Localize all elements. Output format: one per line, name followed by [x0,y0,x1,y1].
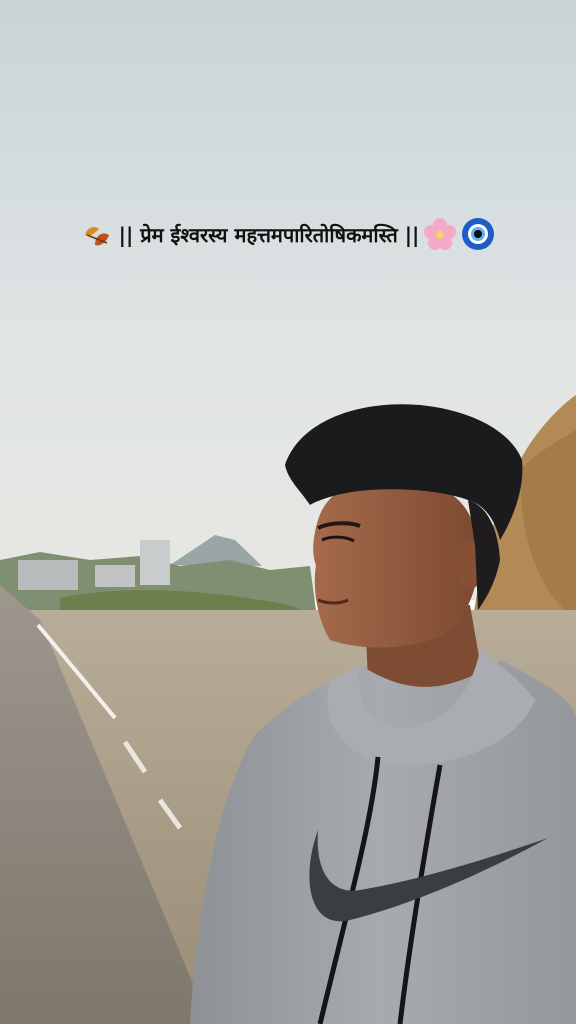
building [140,540,170,585]
photo-scene [0,0,576,1024]
face [313,478,479,648]
caption-text: || प्रेम ईश्वरस्य महत्तमपारितोषिकमस्ति |… [118,222,420,247]
caption-bar: || प्रेम ईश्वरस्य महत्तमपारितोषिकमस्ति |… [0,212,576,256]
building [95,565,135,587]
leaves-icon [84,227,109,246]
building [18,560,78,590]
cherry-blossom-icon [424,218,457,250]
nazar-amulet-icon [462,218,495,250]
